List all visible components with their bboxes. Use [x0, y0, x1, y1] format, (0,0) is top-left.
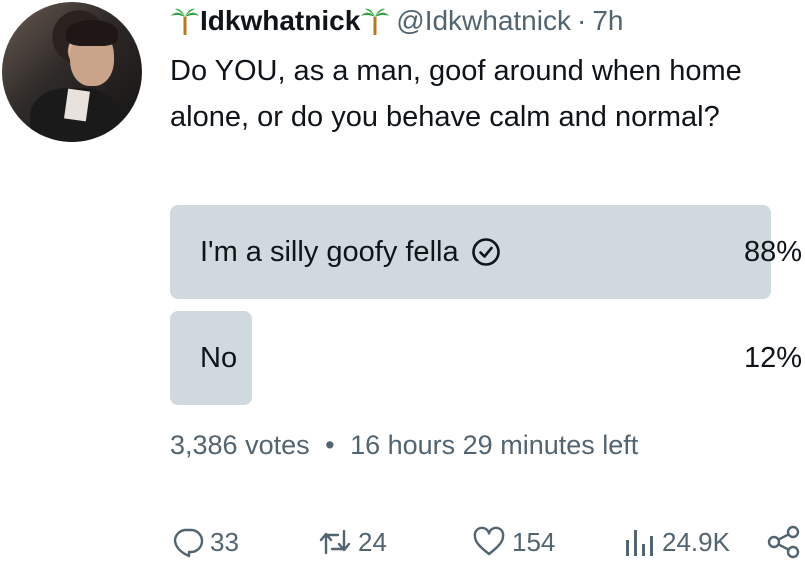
- poll-time-left: 16 hours 29 minutes left: [350, 430, 639, 460]
- share-button[interactable]: [766, 520, 802, 564]
- reply-count: 33: [210, 526, 239, 557]
- poll-option-2: No 12%: [170, 311, 802, 405]
- tweet-header: Idkwhatnick @Idkwhatnick · 7h: [170, 4, 623, 38]
- avatar[interactable]: [2, 2, 142, 142]
- check-circle-icon: [471, 238, 500, 266]
- retweet-count: 24: [358, 526, 387, 557]
- header-separator: ·: [576, 5, 587, 36]
- poll-vote-count: 3,386 votes: [170, 430, 310, 460]
- display-name[interactable]: Idkwhatnick: [200, 5, 360, 37]
- poll-option-label: I'm a silly goofy fella: [200, 205, 501, 299]
- like-count: 154: [512, 526, 556, 557]
- tweet-actions: 33 24 154 24.9K: [170, 520, 805, 564]
- reply-icon: [173, 528, 204, 558]
- poll-option-text: No: [200, 341, 238, 374]
- retweet-button[interactable]: 24: [318, 520, 387, 564]
- user-handle[interactable]: @Idkwhatnick: [396, 5, 571, 37]
- share-icon: [767, 525, 800, 559]
- poll-meta-separator: •: [325, 430, 335, 460]
- poll-option-text: I'm a silly goofy fella: [200, 235, 459, 268]
- palm-tree-icon: [361, 8, 390, 35]
- tweet-timestamp[interactable]: 7h: [592, 5, 623, 37]
- views-icon: [626, 530, 653, 556]
- poll-option-1: I'm a silly goofy fella 88%: [170, 205, 802, 299]
- palm-tree-icon: [171, 8, 199, 35]
- like-icon: [473, 526, 505, 556]
- views-button[interactable]: 24.9K: [622, 520, 730, 564]
- poll-meta: 3,386 votes • 16 hours 29 minutes left: [170, 430, 638, 461]
- like-button[interactable]: 154: [472, 520, 555, 564]
- reply-button[interactable]: 33: [172, 520, 239, 564]
- poll-option-percent: 12%: [743, 341, 802, 374]
- tweet-text: Do YOU, as a man, goof around when home …: [170, 55, 742, 133]
- retweet-icon: [319, 529, 351, 555]
- poll-option-label: No: [200, 311, 237, 405]
- views-count: 24.9K: [662, 526, 730, 557]
- poll-option-percent: 88%: [743, 235, 802, 268]
